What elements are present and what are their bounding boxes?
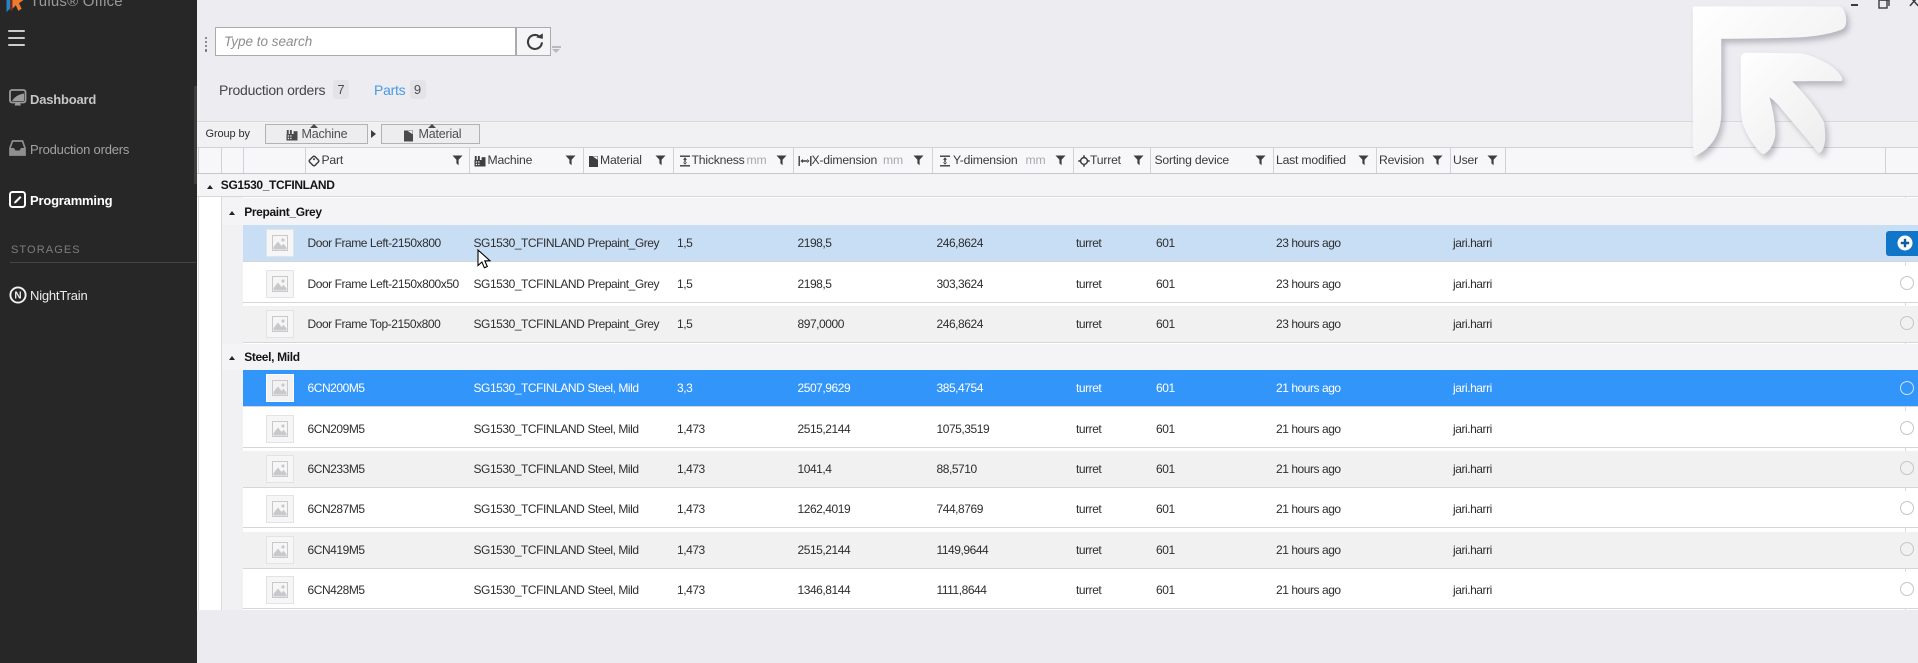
svg-text:N: N — [14, 290, 21, 301]
